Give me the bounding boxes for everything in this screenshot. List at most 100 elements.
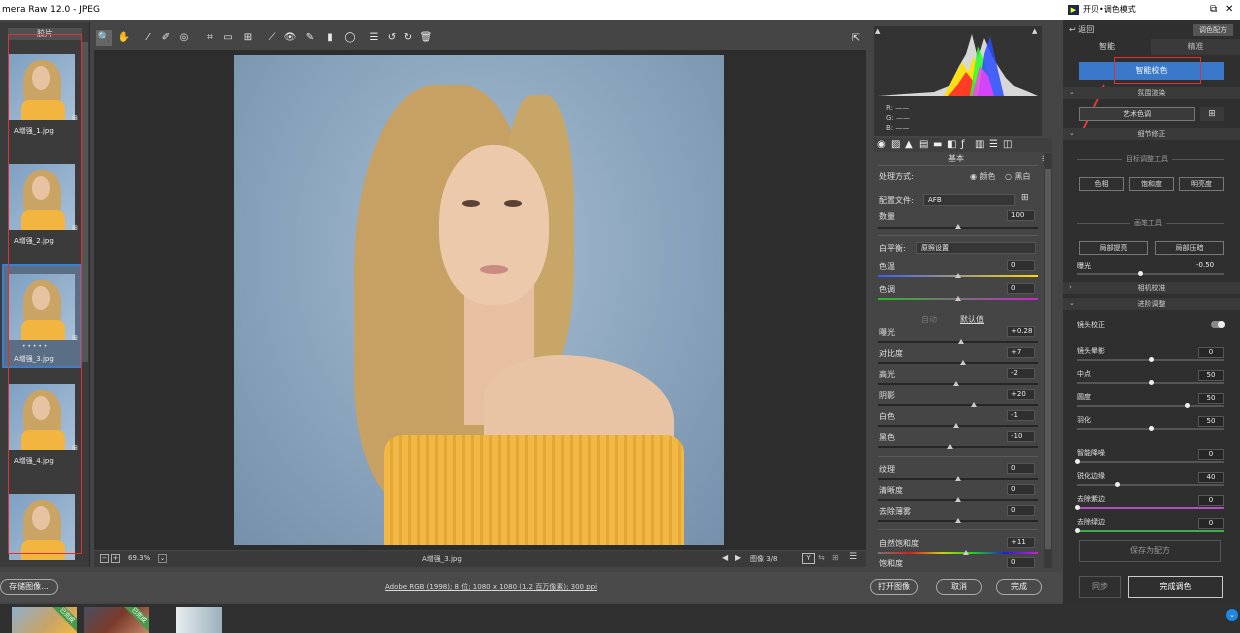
rotate-left-icon[interactable]: ↺ — [384, 30, 400, 46]
plugin-slider-knob[interactable] — [1075, 505, 1080, 510]
slider-value[interactable]: -1 — [1007, 410, 1035, 421]
plugin-slider-knob[interactable] — [1148, 357, 1154, 362]
plugin-slider-knob[interactable] — [1075, 459, 1080, 464]
presets-icon[interactable]: ☰ — [366, 30, 382, 46]
slider-track[interactable] — [878, 446, 1038, 448]
local-brighten-button[interactable]: 局部提亮 — [1079, 241, 1148, 255]
plugin-slider-value[interactable]: 50 — [1198, 393, 1224, 404]
brush-icon[interactable]: ✎ — [302, 30, 318, 46]
tint-value[interactable]: 0 — [1007, 283, 1035, 294]
back-button[interactable]: ↩ 返回 — [1069, 24, 1094, 35]
plugin-slider-value[interactable]: 50 — [1198, 416, 1224, 427]
preview-image[interactable] — [234, 55, 724, 545]
vibrance-slider[interactable] — [878, 552, 1038, 554]
white-balance-icon[interactable]: ⁄ — [140, 30, 156, 46]
profile-browser-icon[interactable]: ⊞ — [1021, 193, 1029, 203]
chevron-right-icon[interactable]: › — [1069, 283, 1072, 291]
slider-track[interactable] — [878, 362, 1038, 364]
plugin-slider-track[interactable] — [1077, 507, 1224, 509]
temp-knob[interactable] — [955, 273, 961, 278]
split-toning-tab-icon[interactable]: ▬ — [933, 139, 942, 150]
art-tone-button[interactable]: 艺术色调 — [1079, 107, 1195, 121]
done-button[interactable]: 完成 — [996, 579, 1042, 595]
effects-tab-icon[interactable]: ƒ — [961, 139, 965, 150]
plugin-slider-knob[interactable] — [1148, 380, 1154, 385]
cancel-button[interactable]: 取消 — [936, 579, 982, 595]
open-image-button[interactable]: 打开图像 — [870, 579, 918, 595]
hand-icon[interactable]: ✋ — [116, 30, 132, 46]
slider-track[interactable] — [878, 404, 1038, 406]
exposure-value[interactable]: -0.50 — [1196, 261, 1214, 269]
before-after-button[interactable]: Y — [802, 553, 815, 564]
luminance-button[interactable]: 明亮度 — [1179, 177, 1224, 191]
graduated-filter-icon[interactable]: ▮ — [322, 30, 338, 46]
slider-knob[interactable] — [953, 381, 960, 386]
temp-value[interactable]: 0 — [1007, 260, 1035, 271]
slider-knob[interactable] — [971, 402, 977, 407]
default-link[interactable]: 默认值 — [960, 314, 984, 325]
copy-settings-icon[interactable]: ⊞ — [832, 553, 839, 562]
plugin-slider-track[interactable] — [1077, 461, 1224, 463]
filmstrip-scrollbar[interactable] — [82, 42, 88, 362]
shadow-clip-icon[interactable]: ▲ — [875, 27, 880, 35]
hue-button[interactable]: 色相 — [1079, 177, 1124, 191]
straighten-icon[interactable]: ▭ — [220, 30, 236, 46]
save-image-button[interactable]: 存储图像... — [0, 579, 58, 595]
vibrance-knob[interactable] — [963, 550, 969, 555]
slider-knob[interactable] — [953, 423, 960, 428]
zoom-icon[interactable]: 🔍 — [96, 30, 112, 46]
chevron-down-icon[interactable]: ⌄ — [1069, 88, 1075, 96]
plugin-slider-knob[interactable] — [1075, 528, 1080, 533]
swap-icon[interactable]: ⇆ — [818, 553, 825, 562]
grid-icon[interactable]: ⊞ — [1200, 107, 1224, 121]
slider-value[interactable]: -2 — [1007, 368, 1035, 379]
slider-knob[interactable] — [955, 518, 961, 523]
color-sampler-icon[interactable]: ✐ — [158, 30, 174, 46]
prev-image-icon[interactable]: ◀ — [722, 553, 728, 562]
plugin-slider-track[interactable] — [1077, 405, 1224, 407]
highlight-clip-icon[interactable]: ▲ — [1032, 27, 1037, 35]
chevron-down-icon[interactable]: ⌄ — [1069, 299, 1075, 307]
zoom-out-icon[interactable]: − — [100, 554, 109, 563]
fullscreen-icon[interactable]: ⇱ — [848, 31, 864, 47]
plugin-slider-track[interactable] — [1077, 530, 1224, 532]
plugin-slider-knob[interactable] — [1148, 426, 1154, 431]
profile-dropdown[interactable]: AFB — [923, 194, 1015, 206]
slider-value[interactable]: 0 — [1007, 463, 1035, 474]
transform-icon[interactable]: ⊞ — [240, 30, 256, 46]
slider-knob[interactable] — [947, 444, 953, 449]
workflow-options-link[interactable]: Adobe RGB (1998); 8 位; 1080 x 1080 (1.2 … — [385, 582, 597, 592]
spot-removal-icon[interactable]: ⟋ — [264, 30, 280, 46]
save-recipe-button[interactable]: 保存为配方 — [1079, 540, 1221, 562]
calibration-tab-icon[interactable]: ▥ — [975, 139, 984, 150]
slider-value[interactable]: +7 — [1007, 347, 1035, 358]
expand-icon[interactable]: ⧉ — [1210, 0, 1217, 20]
slider-value[interactable]: +0.28 — [1007, 326, 1035, 337]
crop-icon[interactable]: ⌗ — [202, 30, 218, 46]
vibrance-value[interactable]: +11 — [1007, 537, 1035, 548]
slider-knob[interactable] — [955, 476, 961, 481]
slider-knob[interactable] — [959, 360, 966, 365]
recipe-button[interactable]: 调色配方 — [1193, 24, 1233, 36]
slider-knob[interactable] — [955, 497, 961, 502]
exposure-slider[interactable] — [1077, 273, 1224, 275]
hsl-tab-icon[interactable]: ▤ — [919, 139, 928, 150]
plugin-slider-value[interactable]: 0 — [1198, 449, 1224, 460]
slider-value[interactable]: -10 — [1007, 431, 1035, 442]
slider-value[interactable]: 0 — [1007, 505, 1035, 516]
bottom-thumbnail[interactable]: 已完成 — [84, 607, 149, 633]
finish-button[interactable]: 完成调色 — [1128, 576, 1223, 598]
plugin-slider-value[interactable]: 40 — [1198, 472, 1224, 483]
plugin-slider-value[interactable]: 0 — [1198, 347, 1224, 358]
section-atmosphere[interactable]: 氛围渲染 — [1063, 87, 1240, 99]
target-adjust-icon[interactable]: ◎ — [176, 30, 192, 46]
plugin-slider-knob[interactable] — [1114, 482, 1120, 487]
detail-tab-icon[interactable]: ▲ — [905, 139, 913, 150]
exposure-knob[interactable] — [1138, 271, 1143, 276]
chevron-down-icon[interactable]: ⌄ — [1226, 609, 1238, 621]
radial-filter-icon[interactable]: ◯ — [342, 30, 358, 46]
local-darken-button[interactable]: 局部压暗 — [1155, 241, 1224, 255]
auto-link[interactable]: 自动 — [921, 314, 937, 325]
section-camera[interactable]: 相机校准 — [1063, 282, 1240, 294]
tone-curve-tab-icon[interactable]: ▨ — [891, 139, 900, 150]
